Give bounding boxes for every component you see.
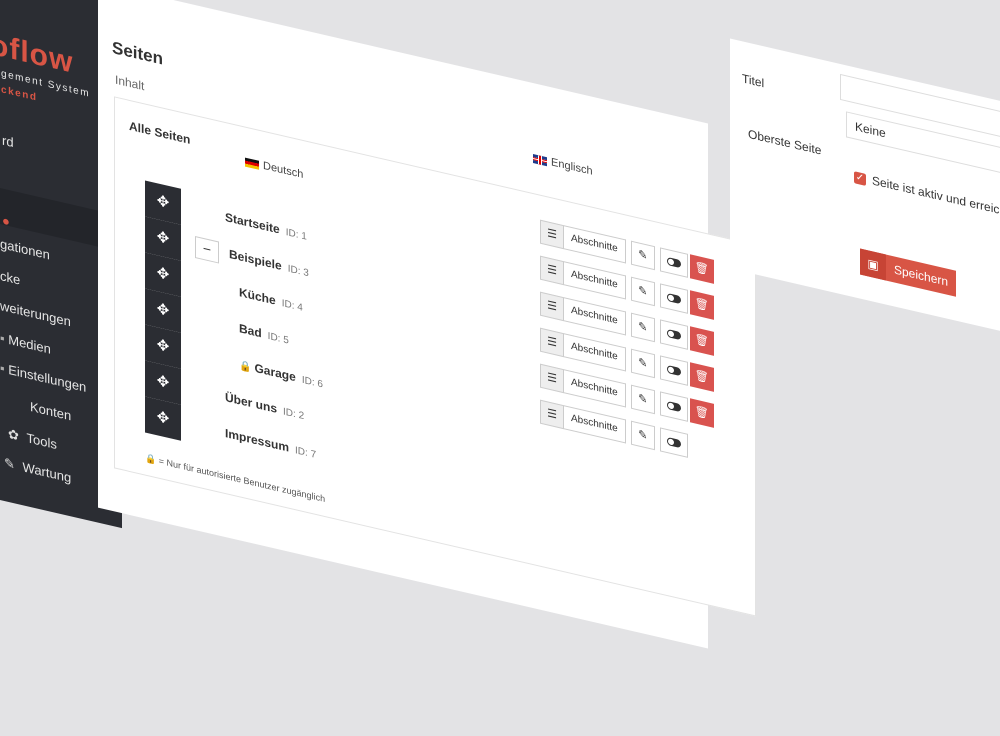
page-id: ID: 3	[287, 263, 309, 280]
page-id: ID: 5	[267, 330, 289, 347]
sidebar-item-label: Wartung	[22, 459, 72, 486]
lock-icon: 🔒	[145, 452, 157, 466]
page-id: ID: 6	[301, 374, 323, 391]
main-panel: Seiten Inhalt Alle Seiten Deutsch Englis…	[98, 0, 756, 649]
list-icon[interactable]: ☰	[540, 219, 564, 250]
save-button[interactable]: ▣ Speichern	[860, 248, 956, 297]
save-label: Speichern	[894, 262, 949, 289]
language-header-de: Deutsch	[245, 156, 303, 181]
page-name: Startseite	[225, 209, 280, 237]
pages-list: Alle Seiten Deutsch Englisch ✥ Startseit…	[114, 96, 756, 617]
language-header-en: Englisch	[533, 152, 593, 178]
collapse-button[interactable]: −	[195, 236, 219, 264]
page-subtitle: Inhalt	[115, 72, 145, 94]
page-id: ID: 1	[285, 226, 307, 243]
app-stage: oflow agement System ackend rd ⌄ ● gatio…	[0, 0, 1000, 731]
trash-icon[interactable]: 🗑	[689, 254, 714, 284]
image-icon: ▪	[0, 330, 5, 347]
page-title-cell[interactable]: Küche ID: 4	[239, 285, 303, 314]
page-title-cell[interactable]: Bad ID: 5	[239, 321, 289, 346]
page-name: Beispiele	[229, 246, 282, 274]
page-id: ID: 7	[295, 445, 317, 461]
parent-label: Oberste Seite	[748, 126, 822, 158]
page-name: Über uns	[225, 389, 278, 416]
sliders-icon: ▪	[0, 360, 5, 377]
title-label: Titel	[742, 71, 765, 91]
page-form: Titel Keine Oberste Seite ✓ Seite ist ak…	[730, 38, 1000, 336]
wrench-icon: ✎	[4, 454, 15, 473]
pencil-icon[interactable]: ✎	[630, 240, 655, 271]
sidebar-item-label: Konten	[30, 398, 72, 424]
page-name: Küche	[239, 285, 276, 308]
toggle-icon[interactable]	[659, 247, 688, 278]
page-name: Bad	[239, 321, 262, 341]
floppy-disk-icon: ▣	[860, 248, 886, 281]
page-title: Seiten	[112, 37, 164, 69]
active-label: Seite ist aktiv und erreichbar	[872, 173, 1000, 223]
sidebar-item-label: rd	[2, 132, 14, 151]
sidebar-item-label: cke	[0, 268, 21, 288]
sidebar-item-label: Tools	[26, 430, 57, 453]
sidebar-item-label: Medien	[8, 331, 51, 357]
page-name: Impressum	[225, 425, 290, 455]
all-pages-label: Alle Seiten	[129, 118, 191, 147]
uk-flag-icon	[533, 153, 547, 166]
active-dot-icon: ●	[2, 212, 10, 230]
sidebar-item-label: gationen	[0, 236, 50, 263]
language-label: Englisch	[551, 156, 593, 178]
tools-icon: ✿	[8, 425, 19, 444]
move-icon[interactable]: ✥	[145, 396, 181, 441]
german-flag-icon	[245, 157, 259, 170]
page-id: ID: 4	[281, 298, 303, 314]
page-name: Garage	[254, 360, 296, 385]
lock-icon: 🔒	[239, 360, 252, 375]
language-label: Deutsch	[263, 159, 304, 182]
active-checkbox[interactable]: ✓	[854, 171, 866, 186]
sections-button[interactable]: Abschnitte	[564, 225, 626, 264]
page-id: ID: 2	[283, 406, 305, 423]
